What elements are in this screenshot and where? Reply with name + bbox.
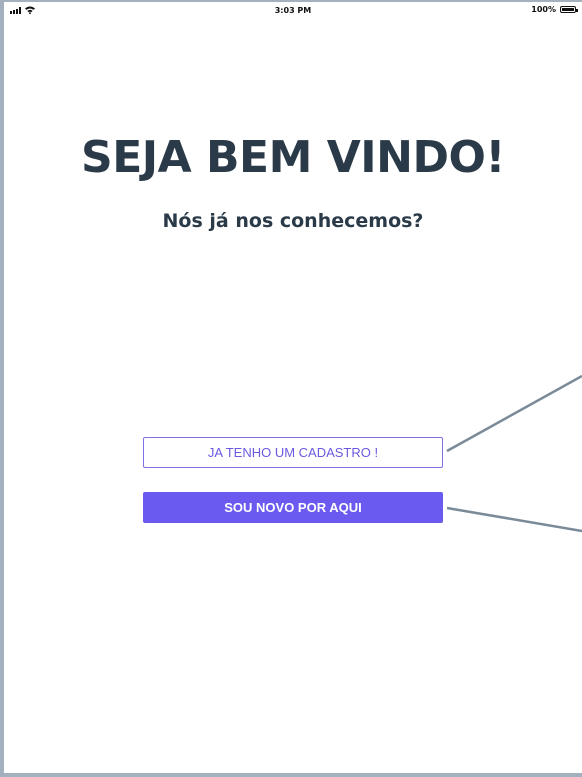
annotation-connectors [446, 374, 582, 533]
app-screen: 3:03 PM 100% SEJA BEM VINDO! Nós já nos … [4, 2, 582, 773]
connector-line-existing [446, 374, 582, 453]
connector-line-new [446, 506, 582, 533]
